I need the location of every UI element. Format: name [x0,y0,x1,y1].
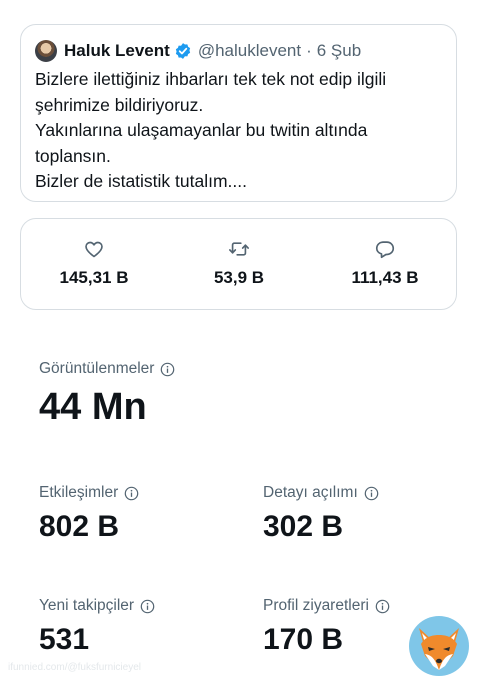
tweet-header: Haluk Levent @haluklevent · 6 Şub [35,39,438,63]
author-name[interactable]: Haluk Levent [64,41,170,61]
tweet-text-line: toplansın. [35,145,111,166]
info-icon[interactable] [160,362,175,377]
reply-count: 111,43 B [351,268,419,287]
profile-visits-value: 170 B [263,623,344,656]
avatar[interactable] [35,40,57,62]
views-label-row: Görüntülenmeler [39,360,175,378]
fox-logo-icon [407,614,471,678]
info-icon[interactable] [364,486,379,501]
profile-visits-label: Profil ziyaretleri [263,597,369,614]
engagements-value: 802 B [39,510,120,543]
detail-expands-metric: Detayı açılımı 302 B [263,484,379,544]
retweet-action[interactable]: 53,9 B [179,238,299,288]
views-value: 44 Mn [39,386,147,428]
tweet-card[interactable]: Haluk Levent @haluklevent · 6 Şub Bizler… [20,24,457,202]
info-icon[interactable] [140,599,155,614]
image-credit: ifunnied.com/@fuksfurnicieyel [8,662,141,673]
tweet-text-line: şehrimize bildiriyoruz. [35,94,204,115]
tweet-text-line: Bizler de istatistik tutalım.... [35,171,248,191]
detail-expands-label-row: Detayı açılımı [263,484,379,502]
verified-badge-icon [174,42,192,60]
tweet-text-line: Bizlere ilettiğiniz ihbarları tek tek no… [35,69,387,89]
views-label: Görüntülenmeler [39,360,155,377]
new-followers-label-row: Yeni takipçiler [39,597,155,615]
profile-visits-label-row: Profil ziyaretleri [263,597,390,615]
engagement-card: 145,31 B 53,9 B 111,43 B [20,218,457,310]
tweet-date[interactable]: 6 Şub [317,41,361,61]
tweet-text-line: Yakınlarına ulaşamayanlar bu twitin altı… [35,120,368,140]
reply-icon [325,238,445,260]
engagements-metric: Etkileşimler 802 B [39,484,139,544]
author-handle[interactable]: @haluklevent [198,41,301,61]
views-metric: Görüntülenmeler 44 Mn [39,360,175,429]
info-icon[interactable] [124,486,139,501]
separator-dot: · [306,41,312,60]
engagements-label: Etkileşimler [39,484,119,501]
engagements-label-row: Etkileşimler [39,484,139,502]
retweet-icon [179,238,299,260]
heart-icon [34,238,154,260]
tweet-text: Bizlere ilettiğiniz ihbarları tek tek no… [35,67,438,195]
new-followers-metric: Yeni takipçiler 531 [39,597,155,657]
new-followers-value: 531 [39,623,90,656]
like-count: 145,31 B [59,268,129,287]
detail-expands-value: 302 B [263,510,344,543]
like-action[interactable]: 145,31 B [34,238,154,288]
profile-visits-metric: Profil ziyaretleri 170 B [263,597,390,657]
detail-expands-label: Detayı açılımı [263,484,358,501]
reply-action[interactable]: 111,43 B [325,238,445,288]
info-icon[interactable] [375,599,390,614]
retweet-count: 53,9 B [213,268,265,287]
new-followers-label: Yeni takipçiler [39,597,135,614]
